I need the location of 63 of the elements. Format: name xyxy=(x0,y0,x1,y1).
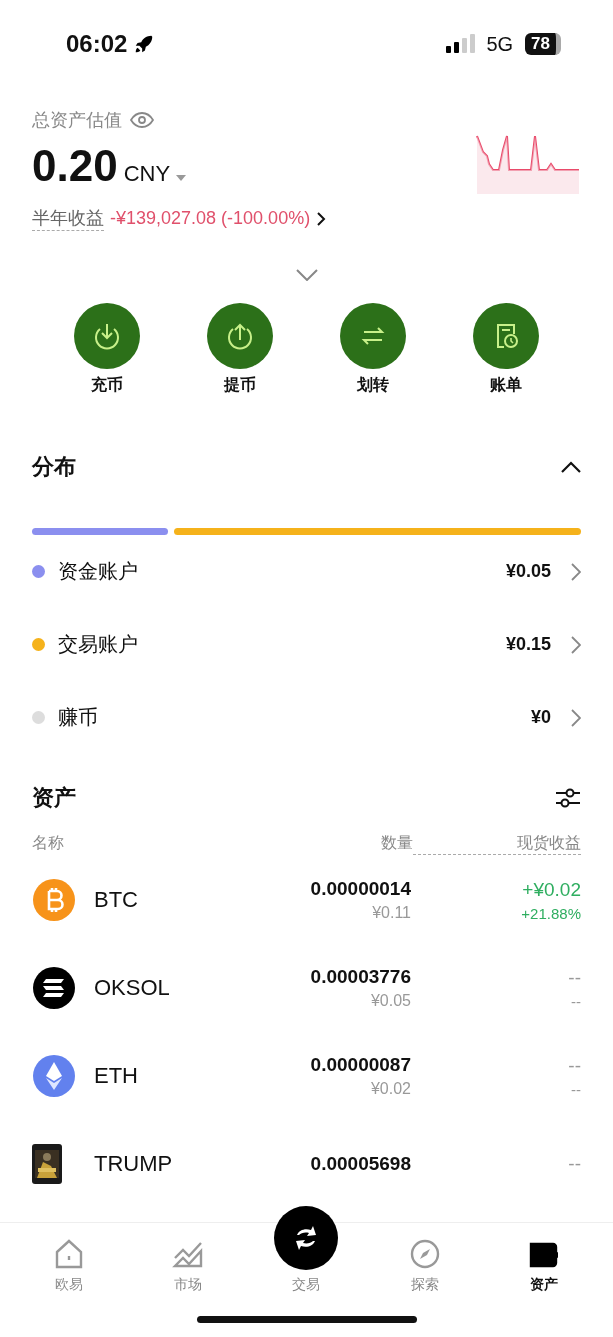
currency-selector[interactable]: CNY xyxy=(123,161,171,187)
coin-symbol: ETH xyxy=(94,1063,139,1089)
tab-label[interactable]: 交易 xyxy=(292,1276,321,1294)
status-time: 06:02 xyxy=(66,30,128,58)
pnl-value: -¥139,027.08 (-100.00%) xyxy=(110,208,311,229)
coin-pnl-percent: +21.88% xyxy=(521,904,581,922)
coin-amount: 0.00005698 xyxy=(310,1153,411,1175)
account-row[interactable]: 交易账户 ¥0.15 xyxy=(32,608,581,681)
chevron-up-icon[interactable] xyxy=(561,461,581,473)
chevron-right-icon xyxy=(571,562,581,581)
coin-symbol: TRUMP xyxy=(94,1151,174,1177)
coin-symbol: BTC xyxy=(94,887,139,913)
account-value: ¥0 xyxy=(530,707,551,728)
coin-amount: 0.00000014 xyxy=(310,878,411,900)
chevron-right-icon xyxy=(571,635,581,654)
action-label: 账单 xyxy=(490,375,523,395)
total-assets-label: 总资产估值 xyxy=(32,109,122,132)
ethereum-icon xyxy=(32,1054,76,1098)
tab-label[interactable]: 资产 xyxy=(529,1276,558,1294)
section-title: 分布 xyxy=(32,453,76,481)
column-header: 名称 xyxy=(32,833,65,853)
tab-label[interactable]: 市场 xyxy=(173,1276,202,1294)
coin-symbol: OKSOL xyxy=(94,975,171,1001)
account-name: 资金账户 xyxy=(58,559,139,584)
filter-icon[interactable] xyxy=(555,787,581,809)
account-name: 赚币 xyxy=(58,705,99,730)
coin-value: ¥0.05 xyxy=(370,992,411,1010)
account-row[interactable]: 赚币 ¥0 xyxy=(32,681,581,754)
chevron-right-icon xyxy=(571,708,581,727)
coin-value: ¥0.11 xyxy=(372,904,411,922)
coin-pnl: -- xyxy=(568,1153,581,1175)
coin-amount: 0.00000087 xyxy=(310,1054,411,1076)
coin-pnl: +¥0.02 xyxy=(522,878,581,901)
tab-label[interactable]: 探索 xyxy=(411,1276,440,1294)
solana-icon xyxy=(32,966,76,1010)
section-title: 资产 xyxy=(32,784,76,812)
account-row[interactable]: 资金账户 ¥0.05 xyxy=(32,535,581,608)
coin-value: ¥0.02 xyxy=(370,1080,411,1098)
tab-label[interactable]: 欧易 xyxy=(55,1276,84,1294)
coin-amount: 0.00003776 xyxy=(310,966,411,988)
column-header[interactable]: 现货收益 xyxy=(413,833,581,855)
coin-pnl-percent: -- xyxy=(571,1080,581,1098)
signal-icon xyxy=(446,34,477,54)
pnl-label: 半年收益 xyxy=(32,206,104,231)
action-label: 划转 xyxy=(357,375,390,395)
eye-icon[interactable] xyxy=(130,112,154,128)
network-label: 5G xyxy=(486,32,514,56)
action-label: 提币 xyxy=(223,375,256,395)
account-name: 交易账户 xyxy=(58,632,139,657)
dropdown-icon[interactable] xyxy=(176,175,187,181)
action-label: 充币 xyxy=(90,375,123,395)
total-amount: 0.20 xyxy=(32,141,118,191)
battery-indicator: 78 xyxy=(525,33,561,55)
account-value: ¥0.15 xyxy=(505,634,551,655)
bitcoin-icon xyxy=(32,878,76,922)
compass-icon[interactable] xyxy=(409,1238,442,1270)
coin-pnl: -- xyxy=(568,1054,581,1077)
chevron-down-icon[interactable] xyxy=(295,269,318,281)
account-value: ¥0.05 xyxy=(505,561,551,582)
column-header: 数量 xyxy=(380,833,413,853)
chevron-right-icon[interactable] xyxy=(316,211,327,226)
coin-pnl: -- xyxy=(568,966,581,989)
coin-pnl-percent: -- xyxy=(571,992,581,1010)
